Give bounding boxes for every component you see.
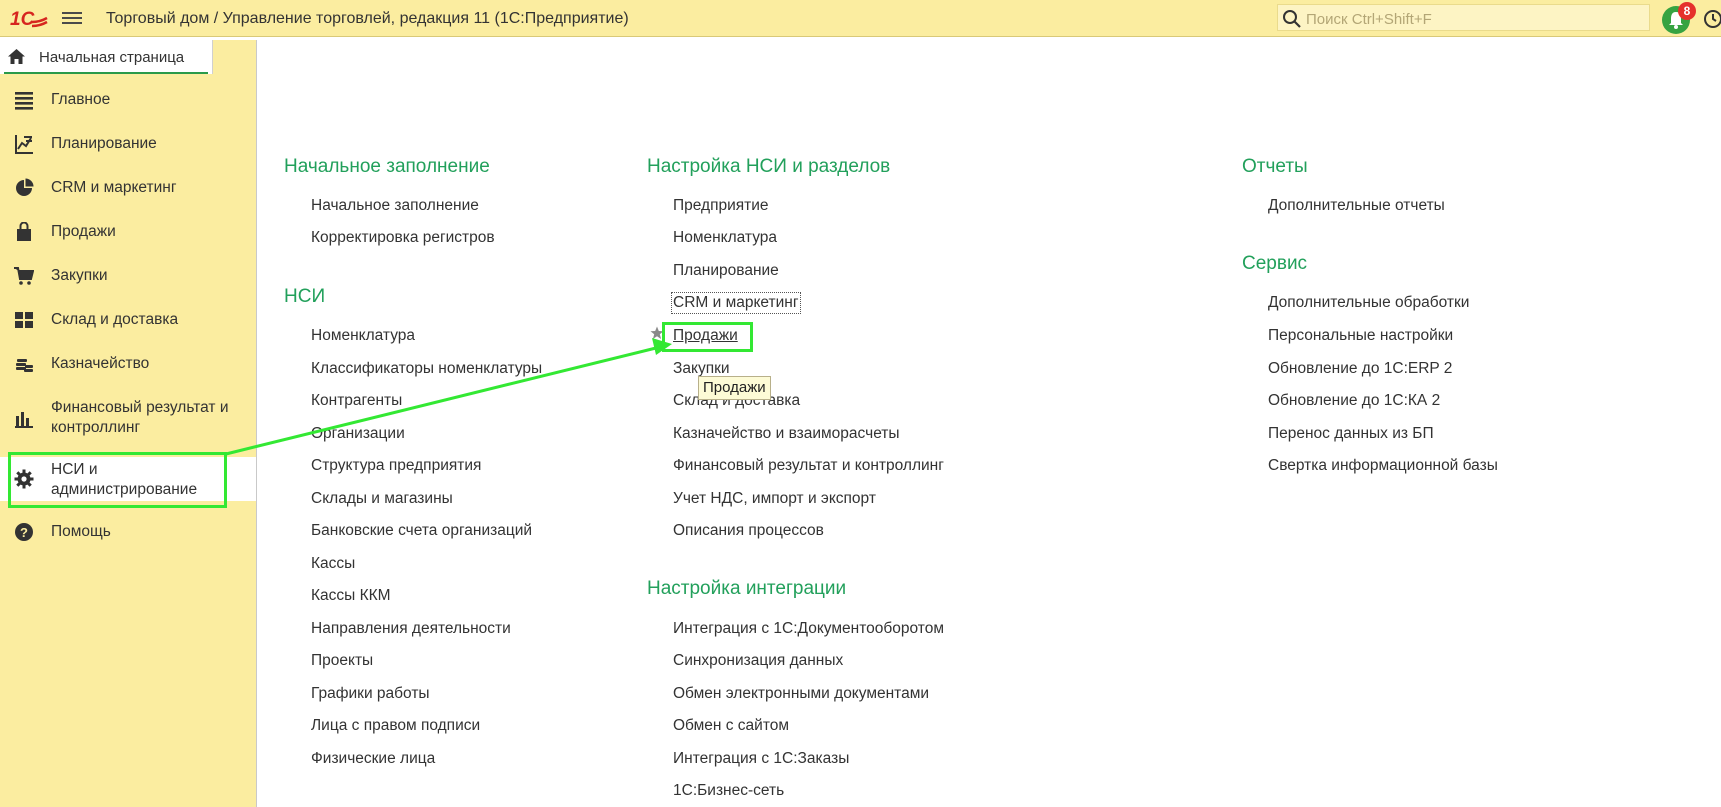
link-signatories[interactable]: Лица с правом подписи — [311, 717, 480, 735]
sections-sidebar: Главное Планирование CRM и маркетинг Про… — [0, 74, 257, 807]
app-title: Торговый дом / Управление торговлей, ред… — [106, 10, 629, 27]
sidebar-item-label: Планирование — [51, 135, 157, 152]
link-business-directions[interactable]: Направления деятельности — [311, 620, 511, 638]
link-cash-desks[interactable]: Кассы — [311, 555, 355, 573]
planning-chart-icon — [15, 135, 33, 154]
link-work-schedules[interactable]: Графики работы — [311, 685, 430, 703]
svg-text:1С: 1С — [10, 9, 35, 29]
history-icon[interactable] — [1702, 8, 1721, 30]
link-process-descriptions[interactable]: Описания процессов — [673, 522, 824, 540]
link-initial-fill[interactable]: Начальное заполнение — [311, 197, 479, 215]
link-additional-processors[interactable]: Дополнительные обработки — [1268, 294, 1469, 312]
link-edi-exchange[interactable]: Обмен электронными документами — [673, 685, 929, 703]
notification-count-badge: 8 — [1678, 2, 1696, 20]
link-kkm-cash-desks[interactable]: Кассы ККМ — [311, 587, 391, 605]
section-title-nsi-settings: Настройка НСИ и разделов — [647, 156, 891, 177]
warehouse-grid-icon — [15, 312, 33, 328]
link-settings-financial-result[interactable]: Финансовый результат и контроллинг — [673, 457, 944, 475]
link-business-network[interactable]: 1С:Бизнес-сеть — [673, 782, 784, 800]
sidebar-item-label: Помощь — [51, 523, 111, 540]
section-title-nsi: НСИ — [284, 286, 326, 307]
sidebar-item-sales[interactable]: Продажи — [0, 220, 256, 244]
sidebar-item-planning[interactable]: Планирование — [0, 132, 256, 156]
pie-chart-icon — [16, 178, 34, 196]
sidebar-item-crm[interactable]: CRM и маркетинг — [0, 176, 256, 200]
link-data-sync[interactable]: Синхронизация данных — [673, 652, 843, 670]
section-title-reports: Отчеты — [1242, 156, 1308, 177]
search-input[interactable] — [1304, 8, 1638, 30]
link-enterprise-structure[interactable]: Структура предприятия — [311, 457, 481, 475]
link-additional-reports[interactable]: Дополнительные отчеты — [1268, 197, 1445, 215]
svg-text:?: ? — [20, 525, 28, 540]
section-title-integration: Настройка интеграции — [647, 578, 847, 599]
link-settings-planning[interactable]: Планирование — [673, 262, 779, 280]
sidebar-item-label: Финансовый результат и контроллинг — [51, 399, 229, 436]
link-infobase-collapse[interactable]: Свертка информационной базы — [1268, 457, 1498, 475]
link-site-exchange[interactable]: Обмен с сайтом — [673, 717, 789, 735]
sidebar-item-financial-result[interactable]: Финансовый результат и контроллинг — [0, 396, 256, 440]
tab-home-label: Начальная страница — [39, 49, 185, 66]
help-icon: ? — [15, 523, 33, 541]
link-register-correction[interactable]: Корректировка регистров — [311, 229, 495, 247]
section-title-service: Сервис — [1242, 253, 1308, 274]
sidebar-item-label: Главное — [51, 91, 111, 108]
sidebar-item-treasury[interactable]: Казначейство — [0, 352, 256, 376]
shopping-bag-icon — [17, 222, 31, 241]
link-settings-treasury[interactable]: Казначейство и взаиморасчеты — [673, 425, 900, 443]
link-settings-crm[interactable]: CRM и маркетинг — [671, 292, 801, 314]
link-organizations[interactable]: Организации — [311, 425, 405, 443]
tooltip: Продажи — [698, 376, 771, 400]
link-update-erp[interactable]: Обновление до 1С:ERP 2 — [1268, 360, 1452, 378]
link-personal-settings[interactable]: Персональные настройки — [1268, 327, 1453, 345]
highlight-box-nsi-admin — [8, 452, 227, 508]
coins-icon — [16, 359, 33, 372]
link-individuals[interactable]: Физические лица — [311, 750, 435, 768]
link-nomenclature-classifiers[interactable]: Классификаторы номенклатуры — [311, 360, 542, 378]
link-settings-vat[interactable]: Учет НДС, импорт и экспорт — [673, 490, 876, 508]
link-orders-integration[interactable]: Интеграция с 1С:Заказы — [673, 750, 849, 768]
sidebar-item-label: Продажи — [51, 223, 116, 240]
list-icon — [15, 92, 33, 110]
sidebar-item-label: Казначейство — [51, 355, 150, 372]
link-nomenclature[interactable]: Номенклатура — [311, 327, 415, 345]
link-bank-accounts[interactable]: Банковские счета организаций — [311, 522, 532, 540]
main-menu-icon[interactable] — [62, 9, 82, 27]
link-update-ka[interactable]: Обновление до 1С:КА 2 — [1268, 392, 1440, 410]
sidebar-item-warehouse[interactable]: Склад и доставка — [0, 308, 256, 332]
tab-home-page[interactable]: Начальная страница — [0, 40, 213, 74]
link-transfer-from-bp[interactable]: Перенос данных из БП — [1268, 425, 1434, 443]
bar-chart-icon — [15, 412, 33, 428]
link-counterparties[interactable]: Контрагенты — [311, 392, 402, 410]
link-projects[interactable]: Проекты — [311, 652, 373, 670]
link-settings-nomenclature[interactable]: Номенклатура — [673, 229, 777, 247]
search-icon — [1283, 10, 1301, 28]
1c-logo-icon[interactable]: 1С — [10, 7, 48, 29]
sidebar-item-label: CRM и маркетинг — [51, 179, 177, 196]
link-enterprise[interactable]: Предприятие — [673, 197, 769, 215]
search-field[interactable] — [1277, 4, 1650, 31]
highlight-box-sales — [662, 322, 753, 352]
sidebar-item-main[interactable]: Главное — [0, 88, 256, 112]
notifications-button[interactable]: 8 — [1660, 2, 1696, 34]
sidebar-item-help[interactable]: ? Помощь — [0, 520, 256, 544]
home-icon — [8, 49, 25, 64]
top-bar: 1С Торговый дом / Управление торговлей, … — [0, 0, 1721, 37]
section-title-initial-fill: Начальное заполнение — [284, 156, 490, 177]
sidebar-item-label: Закупки — [51, 267, 108, 284]
sidebar-item-purchases[interactable]: Закупки — [0, 264, 256, 288]
link-warehouses-stores[interactable]: Склады и магазины — [311, 490, 453, 508]
cart-icon — [14, 267, 34, 285]
link-docflow-integration[interactable]: Интеграция с 1С:Документооборотом — [673, 620, 944, 638]
tab-strip-filler — [213, 40, 257, 74]
sidebar-item-label: Склад и доставка — [51, 311, 179, 328]
